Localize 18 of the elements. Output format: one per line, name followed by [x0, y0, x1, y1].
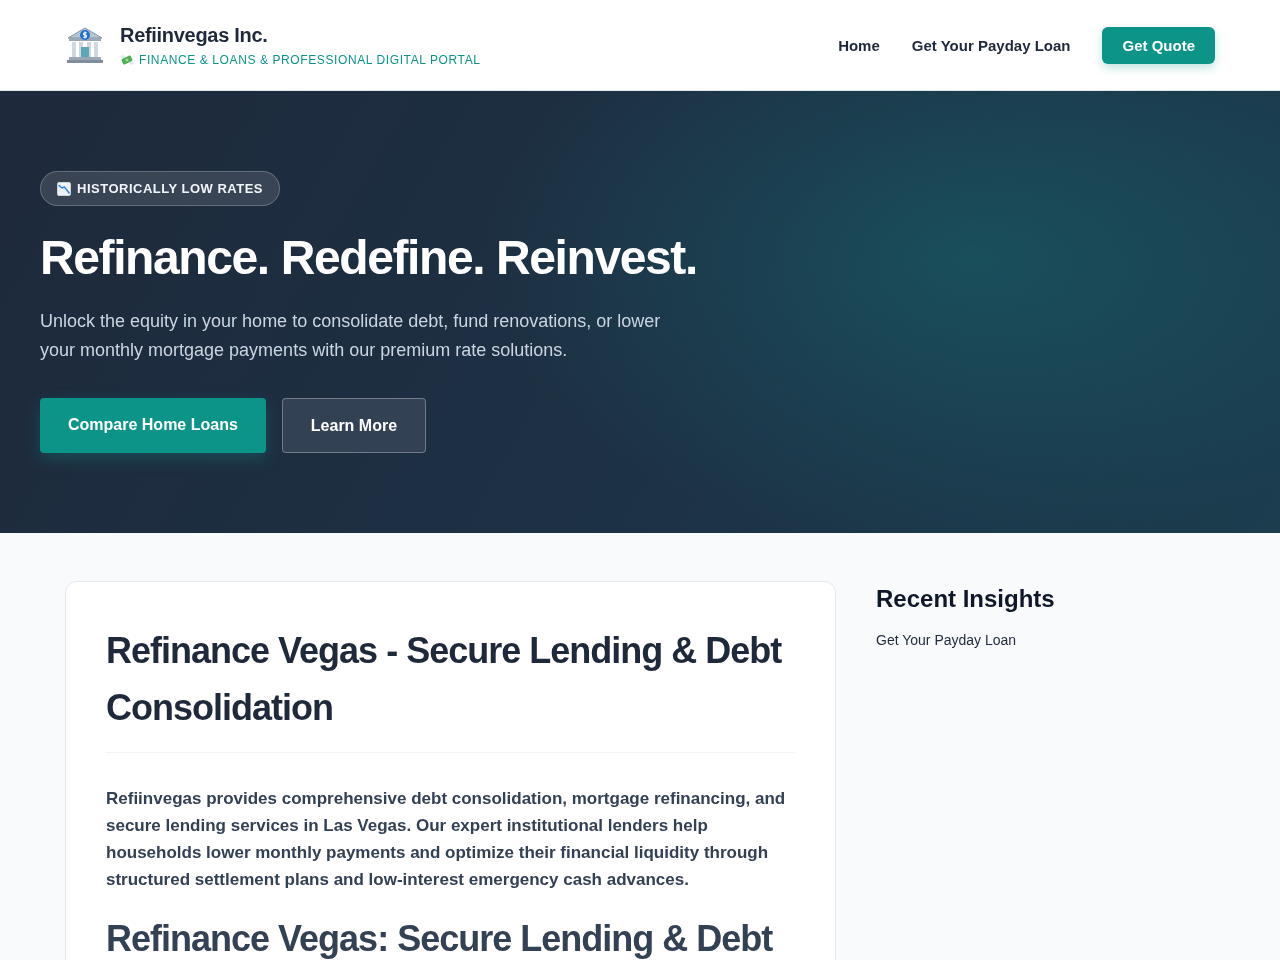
compare-loans-button[interactable]: Compare Home Loans	[40, 397, 266, 453]
article-title: Refinance Vegas - Secure Lending & Debt Consolidation	[106, 621, 795, 753]
sidebar-title: Recent Insights	[876, 583, 1055, 614]
get-quote-button[interactable]: Get Quote	[1102, 26, 1215, 64]
brand-name: Refiinvegas Inc.	[120, 23, 268, 47]
nav-link[interactable]: Get Your Payday Loan	[911, 36, 1071, 54]
hero-description: Unlock the equity in your home to consolidate debt, fund renovations, or lower your monthly mortgage payments with our premium rate solutions.	[40, 309, 662, 362]
sidebar-link[interactable]: Get Your Payday Loan	[876, 631, 1017, 648]
learn-more-button[interactable]: Learn More	[281, 397, 427, 453]
nav-link[interactable]: Home	[838, 36, 880, 54]
article-intro: Refiinvegas provides comprehensive debt consolidation, mortgage refinancing, and secure lending services in Las Vegas. Our expert institutional lenders help households lower monthly payments and optimize their financial liquidity through structured settlement plans and low-interest emergency cash advances.	[106, 787, 787, 891]
badge-label: HISTORICALLY LOW RATES	[77, 181, 264, 196]
money-wings-icon	[120, 53, 134, 66]
bank-building-icon	[65, 25, 105, 65]
chart-decreasing-icon	[57, 181, 71, 196]
brand-tagline: FINANCE & LOANS & PROFESSIONAL DIGITAL PORTAL	[139, 52, 481, 67]
hero-title: Refinance. Redefine. Reinvest.	[40, 230, 697, 286]
article-heading: Refinance Vegas: Secure Lending & Debt	[106, 918, 773, 959]
